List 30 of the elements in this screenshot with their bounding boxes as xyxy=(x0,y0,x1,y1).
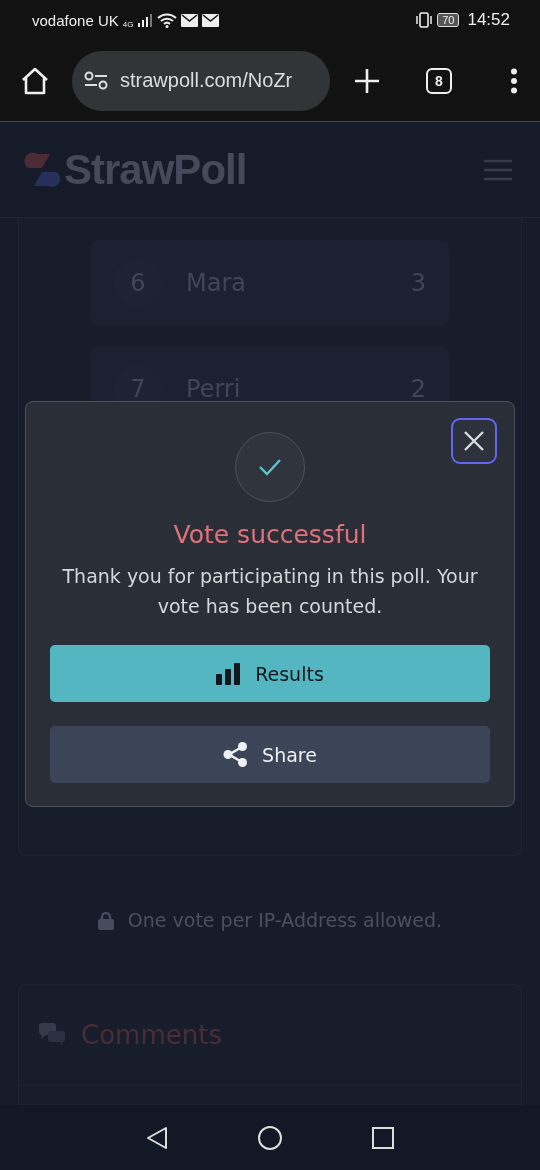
home-icon[interactable] xyxy=(258,1125,282,1150)
modal-title: Vote successful xyxy=(173,520,367,549)
battery-level: 70 xyxy=(437,13,460,27)
check-icon xyxy=(258,458,282,476)
lock-icon xyxy=(97,910,114,930)
results-button[interactable]: Results xyxy=(50,645,490,702)
mail-icon xyxy=(202,13,220,27)
mail-icon xyxy=(181,13,199,27)
carrier-name: vodafone UK xyxy=(32,11,119,29)
close-icon xyxy=(463,430,485,452)
close-button[interactable] xyxy=(451,418,497,464)
modal-message: Thank you for participating in this poll. Your vote has been counted. xyxy=(61,564,479,619)
site-settings-icon[interactable] xyxy=(84,70,108,91)
comments-icon xyxy=(39,1023,65,1047)
network-type: 4G xyxy=(122,20,134,29)
bar-chart-icon xyxy=(216,662,242,685)
plus-icon[interactable] xyxy=(354,67,380,94)
vibrate-icon xyxy=(415,12,434,28)
address-bar[interactable]: strawpoll.com/NoZr xyxy=(72,50,330,111)
signal-icon xyxy=(137,13,154,27)
home-icon[interactable] xyxy=(20,65,50,96)
logo-icon xyxy=(24,151,60,188)
clock: 14:52 xyxy=(467,10,510,30)
share-icon xyxy=(223,742,249,767)
menu-icon[interactable] xyxy=(510,67,518,94)
tab-count[interactable]: 8 xyxy=(426,67,452,94)
back-icon[interactable] xyxy=(146,1125,168,1150)
share-button[interactable]: Share xyxy=(50,726,490,783)
recents-icon[interactable] xyxy=(372,1126,394,1149)
wifi-icon xyxy=(157,12,178,28)
